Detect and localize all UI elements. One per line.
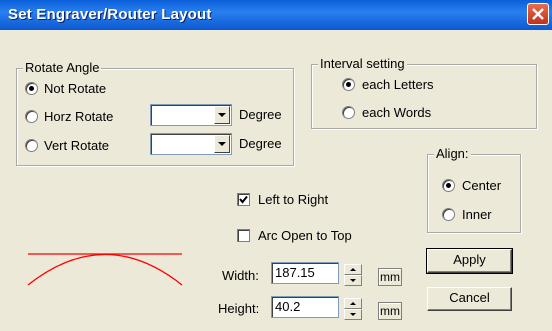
close-icon[interactable] — [527, 3, 549, 25]
height-label: Height: — [218, 301, 260, 316]
radio-not-rotate[interactable] — [25, 82, 38, 95]
dialog-window: Set Engraver/Router Layout Rotate Angle … — [0, 0, 552, 331]
chevron-down-icon[interactable] — [214, 135, 230, 153]
window-title: Set Engraver/Router Layout — [8, 6, 212, 23]
label-not-rotate: Not Rotate — [44, 81, 107, 96]
radio-vert-rotate[interactable] — [25, 139, 38, 152]
radio-align-inner[interactable] — [442, 208, 455, 221]
interval-setting-group: Interval setting each Letters each Words — [311, 56, 537, 129]
radio-horz-rotate[interactable] — [25, 110, 38, 123]
apply-button[interactable]: Apply — [426, 248, 513, 274]
spin-down-icon[interactable] — [344, 275, 362, 286]
radio-each-words[interactable] — [342, 106, 355, 119]
arc-preview — [27, 253, 183, 286]
rotate-angle-legend: Rotate Angle — [23, 60, 102, 76]
horz-degree-unit: Degree — [239, 107, 282, 122]
chevron-down-icon[interactable] — [214, 106, 230, 124]
rotate-angle-group: Rotate Angle Not Rotate Horz Rotate Degr… — [16, 60, 294, 166]
radio-each-letters[interactable] — [342, 78, 355, 91]
width-spinner[interactable] — [344, 264, 362, 286]
left-to-right-checkbox[interactable] — [237, 193, 250, 206]
label-each-words: each Words — [362, 105, 432, 120]
width-input[interactable]: 187.15 — [271, 262, 339, 284]
spin-up-icon[interactable] — [344, 298, 362, 309]
height-spinner[interactable] — [344, 298, 362, 320]
vert-degree-unit: Degree — [239, 136, 282, 151]
cancel-button[interactable]: Cancel — [427, 287, 512, 311]
radio-align-center[interactable] — [442, 179, 455, 192]
interval-setting-legend: Interval setting — [318, 56, 407, 72]
label-vert-rotate: Vert Rotate — [44, 138, 110, 153]
height-input[interactable]: 40.2 — [271, 296, 339, 318]
width-label: Width: — [222, 268, 259, 283]
align-group: Align: Center Inner — [427, 146, 521, 233]
title-bar[interactable]: Set Engraver/Router Layout — [0, 0, 552, 30]
label-horz-rotate: Horz Rotate — [44, 109, 114, 124]
width-unit: mm — [378, 268, 402, 286]
arc-open-top-checkbox[interactable] — [237, 229, 250, 242]
label-each-letters: each Letters — [362, 77, 434, 92]
check-icon — [239, 195, 248, 204]
vert-degree-dropdown[interactable] — [150, 133, 232, 155]
label-align-inner: Inner — [462, 207, 492, 222]
horz-degree-dropdown[interactable] — [150, 104, 232, 126]
spin-up-icon[interactable] — [344, 264, 362, 275]
label-align-center: Center — [462, 178, 502, 193]
arc-open-top-label: Arc Open to Top — [258, 228, 352, 243]
align-legend: Align: — [434, 146, 471, 162]
spin-down-icon[interactable] — [344, 309, 362, 320]
left-to-right-label: Left to Right — [258, 192, 329, 207]
height-unit: mm — [378, 302, 402, 320]
